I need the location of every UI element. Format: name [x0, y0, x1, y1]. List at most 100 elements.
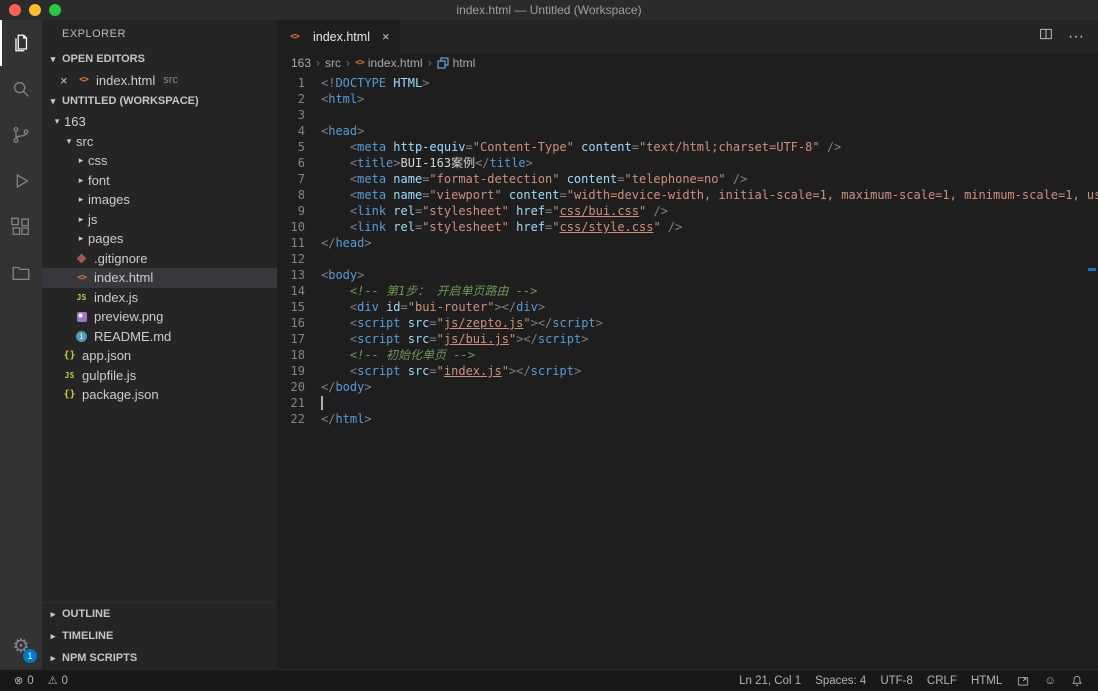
line-number[interactable]: 20 [277, 379, 321, 395]
tree-item-README.md[interactable]: iREADME.md [42, 327, 277, 347]
code-line[interactable]: 19 <script src="index.js"></script> [277, 363, 1098, 379]
minimize-window-button[interactable] [29, 4, 41, 16]
tree-item-163[interactable]: ▾163 [42, 112, 277, 132]
line-number[interactable]: 6 [277, 155, 321, 171]
line-number[interactable]: 15 [277, 299, 321, 315]
code-line[interactable]: 16 <script src="js/zepto.js"></script> [277, 315, 1098, 331]
line-number[interactable]: 14 [277, 283, 321, 299]
code-line[interactable]: 22</html> [277, 411, 1098, 427]
status-spaces-4[interactable]: Spaces: 4 [809, 675, 872, 687]
code-line[interactable]: 14 <!-- 第1步： 开启单页路由 --> [277, 283, 1098, 299]
activity-extensions-icon[interactable] [0, 204, 42, 250]
section-timeline[interactable]: ▸TIMELINE [42, 625, 277, 647]
tree-item-.gitignore[interactable]: .gitignore [42, 249, 277, 269]
line-number[interactable]: 11 [277, 235, 321, 251]
tree-item-font[interactable]: ▸font [42, 171, 277, 191]
code-line[interactable]: 10 <link rel="stylesheet" href="css/styl… [277, 219, 1098, 235]
chevron-right-icon: ▸ [74, 194, 88, 205]
status-utf-8[interactable]: UTF-8 [874, 675, 919, 687]
tree-item-js[interactable]: ▸js [42, 210, 277, 230]
line-number[interactable]: 7 [277, 171, 321, 187]
tree-item-css[interactable]: ▸css [42, 151, 277, 171]
activity-run-debug-icon[interactable] [0, 158, 42, 204]
line-number[interactable]: 2 [277, 91, 321, 107]
more-actions-icon[interactable]: ··· [1068, 28, 1084, 46]
tree-item-preview.png[interactable]: preview.png [42, 307, 277, 327]
activity-explorer-icon[interactable] [0, 20, 42, 66]
line-number[interactable]: 1 [277, 75, 321, 91]
code-line[interactable]: 3 [277, 107, 1098, 123]
code-area[interactable]: 1<!DOCTYPE HTML>2<html>34<head>5 <meta h… [277, 73, 1098, 669]
open-editor-item[interactable]: × <> index.html src [42, 70, 277, 90]
line-number[interactable]: 19 [277, 363, 321, 379]
close-window-button[interactable] [9, 4, 21, 16]
status-warnings[interactable]: ⚠0 [42, 674, 74, 687]
code-line[interactable]: 20</body> [277, 379, 1098, 395]
status-errors[interactable]: ⊗0 [8, 674, 40, 687]
code-line[interactable]: 9 <link rel="stylesheet" href="css/bui.c… [277, 203, 1098, 219]
split-editor-icon[interactable] [1038, 26, 1054, 47]
status-right: Ln 21, Col 1Spaces: 4UTF-8CRLFHTML [733, 675, 1008, 687]
status-crlf[interactable]: CRLF [921, 675, 963, 687]
notifications-bell-icon[interactable] [1064, 674, 1090, 688]
workspace-section-header[interactable]: ▾ UNTITLED (WORKSPACE) [42, 90, 277, 112]
activity-search-icon[interactable] [0, 66, 42, 112]
tree-item-pages[interactable]: ▸pages [42, 229, 277, 249]
line-number[interactable]: 21 [277, 395, 321, 411]
tree-item-images[interactable]: ▸images [42, 190, 277, 210]
feedback-icon[interactable]: ☺ [1038, 675, 1062, 687]
line-number[interactable]: 13 [277, 267, 321, 283]
line-number[interactable]: 12 [277, 251, 321, 267]
tree-item-gulpfile.js[interactable]: JSgulpfile.js [42, 366, 277, 386]
settings-gear-icon[interactable]: ⚙1 [0, 623, 42, 669]
line-number[interactable]: 8 [277, 187, 321, 203]
tab-index-html[interactable]: <> index.html × [277, 20, 400, 53]
code-line[interactable]: 1<!DOCTYPE HTML> [277, 75, 1098, 91]
open-preview-button[interactable] [1010, 674, 1036, 688]
line-number[interactable]: 5 [277, 139, 321, 155]
breadcrumb-item-index-html[interactable]: <>index.html [355, 56, 423, 70]
zoom-window-button[interactable] [49, 4, 61, 16]
code-line[interactable]: 12 [277, 251, 1098, 267]
tree-item-index.js[interactable]: JSindex.js [42, 288, 277, 308]
code-line[interactable]: 21 [277, 395, 1098, 411]
code-line[interactable]: 6 <title>BUI-163案例</title> [277, 155, 1098, 171]
code-line[interactable]: 5 <meta http-equiv="Content-Type" conten… [277, 139, 1098, 155]
tree-item-src[interactable]: ▾src [42, 132, 277, 152]
line-number[interactable]: 16 [277, 315, 321, 331]
activity-source-control-icon[interactable] [0, 112, 42, 158]
code-line[interactable]: 15 <div id="bui-router"></div> [277, 299, 1098, 315]
section-outline[interactable]: ▸OUTLINE [42, 603, 277, 625]
code-line[interactable]: 2<html> [277, 91, 1098, 107]
line-number[interactable]: 4 [277, 123, 321, 139]
line-number[interactable]: 9 [277, 203, 321, 219]
tree-item-index.html[interactable]: <>index.html [42, 268, 277, 288]
tree-item-app.json[interactable]: {}app.json [42, 346, 277, 366]
line-number[interactable]: 17 [277, 331, 321, 347]
overview-ruler[interactable] [1086, 53, 1098, 669]
breadcrumb-item-html[interactable]: html [437, 56, 476, 70]
code-line[interactable]: 17 <script src="js/bui.js"></script> [277, 331, 1098, 347]
tree-item-package.json[interactable]: {}package.json [42, 385, 277, 405]
status-ln-21-col-1[interactable]: Ln 21, Col 1 [733, 675, 807, 687]
code-line[interactable]: 8 <meta name="viewport" content="width=d… [277, 187, 1098, 203]
line-content: <meta name="viewport" content="width=dev… [321, 187, 1098, 203]
workspace-label: UNTITLED (WORKSPACE) [62, 95, 199, 107]
breadcrumb-item-src[interactable]: src [325, 56, 341, 70]
close-icon[interactable]: × [60, 74, 76, 87]
code-line[interactable]: 4<head> [277, 123, 1098, 139]
status-html[interactable]: HTML [965, 675, 1008, 687]
line-number[interactable]: 18 [277, 347, 321, 363]
close-tab-icon[interactable]: × [382, 29, 390, 44]
code-line[interactable]: 13<body> [277, 267, 1098, 283]
code-line[interactable]: 18 <!-- 初始化单页 --> [277, 347, 1098, 363]
code-line[interactable]: 7 <meta name="format-detection" content=… [277, 171, 1098, 187]
code-line[interactable]: 11</head> [277, 235, 1098, 251]
breadcrumb-item-163[interactable]: 163 [291, 56, 311, 70]
line-number[interactable]: 22 [277, 411, 321, 427]
line-number[interactable]: 3 [277, 107, 321, 123]
line-number[interactable]: 10 [277, 219, 321, 235]
section-npm-scripts[interactable]: ▸NPM SCRIPTS [42, 647, 277, 669]
open-editors-section-header[interactable]: ▾ OPEN EDITORS [42, 48, 277, 70]
activity-remote-explorer-icon[interactable] [0, 250, 42, 296]
